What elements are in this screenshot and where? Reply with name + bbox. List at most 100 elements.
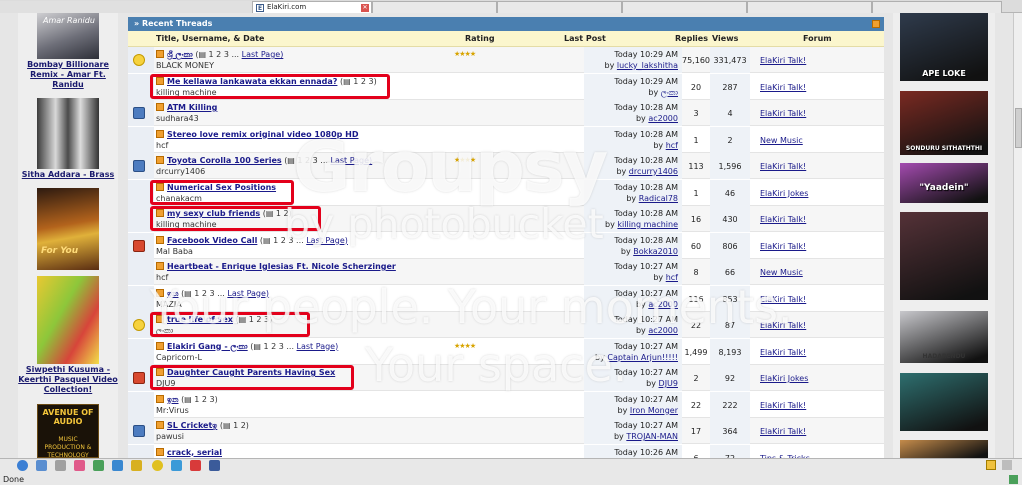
last-post-user-link[interactable]: ac2000 bbox=[648, 114, 678, 123]
thread-title-link[interactable]: Toyota Corolla 100 Series bbox=[167, 156, 282, 165]
new-post-icon[interactable] bbox=[156, 129, 164, 138]
thread-pages[interactable]: (▤ 1 2 3 ... bbox=[260, 236, 304, 245]
replies-count[interactable]: 60 bbox=[682, 242, 710, 251]
new-post-icon[interactable] bbox=[156, 156, 164, 164]
last-post-user-link[interactable]: ac2000 bbox=[648, 300, 678, 309]
last-page-link[interactable]: Last Page) bbox=[297, 342, 339, 351]
last-post-user-link[interactable]: Bokka2010 bbox=[633, 247, 678, 256]
forum-link[interactable]: ElaKiri Talk! bbox=[760, 242, 806, 251]
replies-count[interactable]: 3 bbox=[682, 109, 710, 118]
thread-username[interactable]: Mal Baba bbox=[156, 247, 193, 256]
replies-count[interactable]: 1 bbox=[682, 136, 710, 145]
thread-username[interactable]: hcf bbox=[156, 273, 168, 282]
forum-link[interactable]: ElaKiri Jokes bbox=[760, 189, 808, 198]
thread-pages[interactable]: (▤ 1 2 3) bbox=[181, 395, 218, 404]
replies-count[interactable]: 22 bbox=[682, 401, 710, 410]
right-thumb-4[interactable] bbox=[900, 212, 988, 300]
new-post-icon[interactable] bbox=[156, 50, 164, 58]
collapse-icon[interactable] bbox=[872, 20, 880, 28]
page-scrollbar[interactable] bbox=[1013, 13, 1022, 458]
forum-link[interactable]: ElaKiri Talk! bbox=[760, 321, 806, 330]
album-cover-icon[interactable]: For You bbox=[37, 188, 99, 270]
left-item-sitha-addara[interactable]: Sitha Addara - Brass bbox=[18, 98, 118, 180]
last-post-user-link[interactable]: ලංකා bbox=[661, 88, 678, 97]
forum-link[interactable]: ElaKiri Talk! bbox=[760, 295, 806, 304]
facebook-icon[interactable] bbox=[209, 460, 220, 471]
new-post-icon[interactable] bbox=[156, 262, 164, 270]
left-item-siwpethi[interactable]: Siwpethi Kusuma - Keerthi Pasquel Video … bbox=[18, 276, 118, 395]
thread-username[interactable]: Mr:Virus bbox=[156, 406, 189, 415]
last-page-link[interactable]: Last Page) bbox=[330, 156, 372, 165]
replies-count[interactable]: 116 bbox=[682, 295, 710, 304]
tab-blank-4[interactable] bbox=[747, 1, 872, 13]
right-thumb-sonduru[interactable]: SONDURU SITHATHTHI bbox=[900, 91, 988, 155]
thread-pages[interactable]: (▤ 1 2 3 ... bbox=[284, 156, 328, 165]
left-item-caption[interactable]: Siwpethi Kusuma - Keerthi Pasquel Video … bbox=[18, 365, 118, 395]
thread-row[interactable]: SL Cricketඉ (▤ 1 2) pawusi Today 10:27 AM… bbox=[128, 418, 884, 444]
forum-link[interactable]: ElaKiri Talk! bbox=[760, 348, 806, 357]
thread-username[interactable]: sudhara43 bbox=[156, 114, 199, 123]
forum-link[interactable]: ElaKiri Jokes bbox=[760, 374, 808, 383]
thread-username[interactable]: BLACK MONEY bbox=[156, 61, 214, 70]
thread-row[interactable]: Elakiri Gang - ලංකා (▤ 1 2 3 ... Last Pa… bbox=[128, 338, 884, 365]
arrow-up-icon[interactable] bbox=[112, 460, 123, 471]
new-post-icon[interactable] bbox=[156, 235, 164, 244]
thread-title-link[interactable]: SL Cricketඉ bbox=[167, 421, 217, 430]
thread-title-link[interactable]: ඉන bbox=[167, 395, 179, 404]
last-page-link[interactable]: Last Page) bbox=[242, 50, 284, 59]
radiation-icon[interactable] bbox=[152, 460, 163, 471]
forum-link[interactable]: ElaKiri Talk! bbox=[760, 162, 806, 171]
tab-blank-5[interactable] bbox=[872, 1, 1002, 13]
last-post-user-link[interactable]: hcf bbox=[666, 273, 678, 282]
last-post-user-link[interactable]: killing machine bbox=[617, 220, 678, 229]
replies-count[interactable]: 2 bbox=[682, 374, 710, 383]
right-thumb-ape-loke[interactable]: APE LOKE bbox=[900, 13, 988, 81]
replies-count[interactable]: 20 bbox=[682, 83, 710, 92]
left-item-caption[interactable]: Sitha Addara - Brass bbox=[18, 170, 118, 180]
last-post-user-link[interactable]: Iron Monger bbox=[630, 406, 678, 415]
forum-link[interactable]: ElaKiri Talk! bbox=[760, 83, 806, 92]
thread-pages[interactable]: (▤ 1 2) bbox=[220, 421, 249, 430]
forum-link[interactable]: New Music bbox=[760, 136, 803, 145]
forum-link[interactable]: ElaKiri Talk! bbox=[760, 215, 806, 224]
resize-icon[interactable] bbox=[1002, 460, 1012, 470]
thread-username[interactable]: MAZIA bbox=[156, 300, 182, 309]
thread-row[interactable]: Toyota Corolla 100 Series (▤ 1 2 3 ... L… bbox=[128, 153, 884, 179]
new-post-icon[interactable] bbox=[156, 447, 164, 456]
album-cover-icon[interactable]: Amar Ranidu bbox=[37, 13, 99, 59]
last-page-link[interactable]: Last Page) bbox=[306, 236, 348, 245]
thread-title-link[interactable]: ශ්‍රී ලංකා bbox=[167, 50, 193, 59]
left-item-for-you[interactable]: For You bbox=[18, 188, 118, 270]
thread-row[interactable]: ඉන (▤ 1 2 3) Mr:Virus Today 10:27 AM by Ir… bbox=[128, 391, 884, 418]
right-thumb-yaadein[interactable]: "Yaadein" bbox=[900, 163, 988, 203]
security-icon[interactable] bbox=[1009, 475, 1018, 484]
tab-close-icon[interactable]: ✕ bbox=[361, 4, 369, 12]
thread-title-link[interactable]: Elakiri Gang - ලංකා bbox=[167, 342, 248, 351]
last-post-user-link[interactable]: drcurry1406 bbox=[629, 167, 678, 176]
youtube-icon[interactable] bbox=[190, 460, 201, 471]
tab-blank-1[interactable] bbox=[372, 1, 497, 13]
thread-title-link[interactable]: Facebook Video Call bbox=[167, 236, 257, 245]
bookmark-icon[interactable] bbox=[74, 460, 85, 471]
twitter-icon[interactable] bbox=[171, 460, 182, 471]
tab-blank-3[interactable] bbox=[622, 1, 747, 13]
thread-row[interactable]: Numerical Sex Positions chanakacm Today 1… bbox=[128, 179, 884, 206]
thread-row[interactable]: ශ්‍රී ලංකා (▤ 1 2 3 ... Last Page) BLACK … bbox=[128, 47, 884, 73]
new-post-icon[interactable] bbox=[156, 103, 164, 111]
right-thumb-hadarendu[interactable]: HADARENDU bbox=[900, 311, 988, 363]
thread-title-link[interactable]: ATM Killing bbox=[167, 103, 217, 112]
thread-row[interactable]: Heartbeat - Enrique Iglesias Ft. Nicole … bbox=[128, 259, 884, 285]
thread-row[interactable]: crack, serial Today 10:26 AMby 672Tips &… bbox=[128, 444, 884, 458]
window-icon[interactable] bbox=[36, 460, 47, 471]
right-thumb-7[interactable] bbox=[900, 440, 988, 458]
thread-pages[interactable]: (▤ 1 2 3 ... bbox=[181, 289, 225, 298]
thread-username[interactable]: hcf bbox=[156, 141, 168, 150]
new-post-icon[interactable] bbox=[156, 394, 164, 403]
warning-icon[interactable] bbox=[986, 460, 996, 470]
thread-row[interactable]: Daughter Caught Parents Having Sex DJU9 T… bbox=[128, 365, 884, 391]
replies-count[interactable]: 1,499 bbox=[682, 348, 710, 357]
left-item-bombay[interactable]: Amar Ranidu Bombay Billionare Remix - Am… bbox=[18, 13, 118, 90]
column-replies[interactable]: Replies bbox=[675, 34, 708, 43]
forum-link[interactable]: New Music bbox=[760, 268, 803, 277]
download-icon[interactable] bbox=[93, 460, 104, 471]
